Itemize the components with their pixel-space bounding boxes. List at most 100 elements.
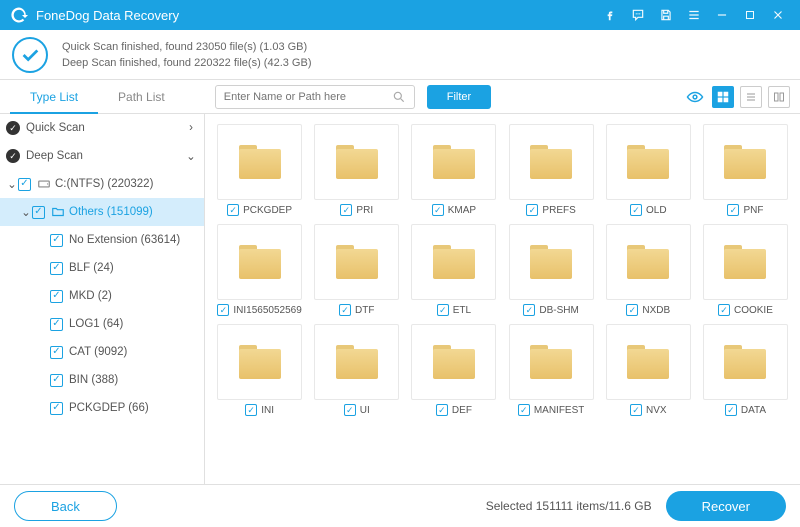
disk-icon (37, 177, 51, 191)
folder-thumb (509, 224, 594, 300)
folder-thumb (509, 324, 594, 400)
sidebar-item[interactable]: ✓LOG1 (64) (0, 310, 204, 338)
checkbox-icon[interactable]: ✓ (18, 178, 31, 191)
chevron-right-icon: › (184, 122, 198, 134)
folder-icon (433, 245, 475, 279)
sidebar-item-label: BLF (24) (69, 262, 198, 274)
search-input[interactable] (224, 91, 392, 103)
deep-scan-status: Deep Scan finished, found 220322 file(s)… (62, 55, 311, 71)
save-icon[interactable] (654, 3, 678, 27)
checkbox-icon[interactable]: ✓ (437, 304, 449, 316)
facebook-icon[interactable] (598, 3, 622, 27)
sidebar-item[interactable]: ✓CAT (9092) (0, 338, 204, 366)
tab-type-list[interactable]: Type List (10, 80, 98, 114)
close-icon[interactable] (766, 3, 790, 27)
checkbox-icon[interactable]: ✓ (339, 304, 351, 316)
checkbox-icon[interactable]: ✓ (50, 262, 63, 275)
detail-view-icon[interactable] (768, 86, 790, 108)
checkbox-icon[interactable]: ✓ (50, 318, 63, 331)
checkbox-icon[interactable]: ✓ (50, 374, 63, 387)
sidebar-deep-scan[interactable]: ✓ Deep Scan ⌄ (0, 142, 204, 170)
item-label: PNF (743, 205, 763, 216)
toolbar: Type List Path List Filter (0, 80, 800, 114)
grid-item[interactable]: ✓MANIFEST (507, 324, 596, 416)
sidebar-drive[interactable]: ⌄ ✓ C:(NTFS) (220322) (0, 170, 204, 198)
grid-item[interactable]: ✓PREFS (507, 124, 596, 216)
tab-path-list[interactable]: Path List (98, 80, 185, 114)
eye-icon[interactable] (684, 86, 706, 108)
grid-item[interactable]: ✓COOKIE (701, 224, 790, 316)
checkbox-icon[interactable]: ✓ (245, 404, 257, 416)
search-box[interactable] (215, 85, 415, 109)
grid-item[interactable]: ✓KMAP (409, 124, 498, 216)
grid-view-icon[interactable] (712, 86, 734, 108)
sidebar-item[interactable]: ✓ BLF (24) (0, 254, 204, 282)
checkbox-icon[interactable]: ✓ (725, 404, 737, 416)
sidebar-quick-scan[interactable]: ✓ Quick Scan › (0, 114, 204, 142)
folder-thumb (703, 224, 788, 300)
minimize-icon[interactable] (710, 3, 734, 27)
grid-item[interactable]: ✓INI1565052569 (215, 224, 304, 316)
menu-icon[interactable] (682, 3, 706, 27)
item-label: PRI (356, 205, 373, 216)
item-label: DEF (452, 405, 472, 416)
search-icon (392, 90, 406, 104)
chevron-down-icon: ⌄ (184, 149, 198, 163)
list-view-icon[interactable] (740, 86, 762, 108)
grid-item[interactable]: ✓PCKGDEP (215, 124, 304, 216)
checkbox-icon[interactable]: ✓ (32, 206, 45, 219)
checkbox-icon[interactable]: ✓ (50, 290, 63, 303)
item-label: DATA (741, 405, 766, 416)
sidebar-others[interactable]: ⌄ ✓ Others (151099) (0, 198, 204, 226)
checkbox-icon[interactable]: ✓ (217, 304, 229, 316)
sidebar-item[interactable]: ✓PCKGDEP (66) (0, 394, 204, 422)
checkbox-icon[interactable]: ✓ (518, 404, 530, 416)
checkbox-icon[interactable]: ✓ (630, 204, 642, 216)
checkbox-icon[interactable]: ✓ (50, 346, 63, 359)
grid-item[interactable]: ✓ DEF (409, 324, 498, 416)
check-dot-icon: ✓ (6, 121, 20, 135)
filter-button[interactable]: Filter (427, 85, 491, 109)
feedback-icon[interactable] (626, 3, 650, 27)
grid-item[interactable]: ✓DB-SHM (507, 224, 596, 316)
grid-item[interactable]: ✓ PNF (701, 124, 790, 216)
folder-thumb (314, 324, 399, 400)
grid-item[interactable]: ✓INI (215, 324, 304, 416)
folder-icon (239, 145, 281, 179)
grid-item[interactable]: ✓DTF (312, 224, 401, 316)
grid-item[interactable]: ✓ DATA (701, 324, 790, 416)
checkbox-icon[interactable]: ✓ (50, 234, 63, 247)
grid-item[interactable]: ✓NXDB (604, 224, 693, 316)
grid-item[interactable]: ✓ PRI (312, 124, 401, 216)
folder-thumb (606, 124, 691, 200)
back-button[interactable]: Back (14, 491, 117, 521)
recover-button[interactable]: Recover (666, 491, 786, 521)
checkbox-icon[interactable]: ✓ (727, 204, 739, 216)
folder-icon (627, 245, 669, 279)
grid-item[interactable]: ✓ETL (409, 224, 498, 316)
checkbox-icon[interactable]: ✓ (718, 304, 730, 316)
checkbox-icon[interactable]: ✓ (630, 404, 642, 416)
checkbox-icon[interactable]: ✓ (432, 204, 444, 216)
checkbox-icon[interactable]: ✓ (526, 204, 538, 216)
checkbox-icon[interactable]: ✓ (436, 404, 448, 416)
folder-icon (627, 345, 669, 379)
folder-icon (627, 145, 669, 179)
sidebar-item[interactable]: ✓No Extension (63614) (0, 226, 204, 254)
checkbox-icon[interactable]: ✓ (344, 404, 356, 416)
grid-item[interactable]: ✓OLD (604, 124, 693, 216)
checkbox-icon[interactable]: ✓ (50, 402, 63, 415)
checkbox-icon[interactable]: ✓ (523, 304, 535, 316)
sidebar-item[interactable]: ✓BIN (388) (0, 366, 204, 394)
grid-item[interactable]: ✓UI (312, 324, 401, 416)
checkbox-icon[interactable]: ✓ (227, 204, 239, 216)
folder-thumb (703, 124, 788, 200)
checkbox-icon[interactable]: ✓ (340, 204, 352, 216)
folder-thumb (314, 224, 399, 300)
sidebar-item[interactable]: ✓MKD (2) (0, 282, 204, 310)
checkbox-icon[interactable]: ✓ (626, 304, 638, 316)
grid-item[interactable]: ✓ NVX (604, 324, 693, 416)
folder-icon (724, 345, 766, 379)
maximize-icon[interactable] (738, 3, 762, 27)
item-label: NVX (646, 405, 667, 416)
